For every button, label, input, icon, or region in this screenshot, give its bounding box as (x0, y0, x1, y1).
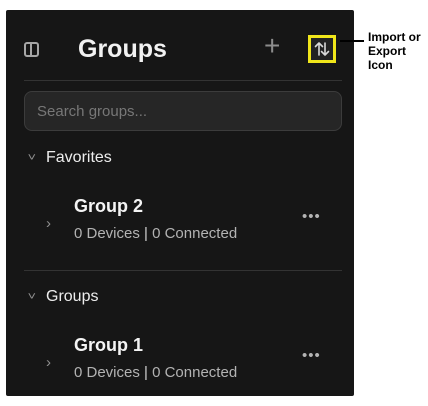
chevron-down-icon: ˅ (27, 291, 36, 303)
search-box[interactable] (24, 91, 342, 131)
import-export-icon (314, 42, 330, 56)
device-count: 0 Devices (74, 364, 140, 381)
search-input[interactable] (25, 92, 341, 130)
status-separator: | (139, 364, 153, 381)
page-title: Groups (78, 35, 167, 63)
header-divider (24, 80, 342, 81)
group-row-group-1[interactable]: › Group 1 0 Devices | 0 Connected ••• (6, 335, 354, 393)
group-status: 0 Devices | 0 Connected (74, 225, 237, 242)
group-name: Group 1 (74, 335, 144, 355)
status-separator: | (139, 225, 153, 242)
section-label: Favorites (46, 149, 112, 166)
group-name: Group 2 (74, 196, 144, 216)
chevron-right-icon[interactable]: › (46, 354, 51, 371)
add-group-button[interactable]: + (264, 32, 280, 60)
group-status: 0 Devices | 0 Connected (74, 364, 237, 381)
import-export-button[interactable] (308, 35, 336, 63)
section-divider (24, 270, 342, 271)
sidebar-toggle-icon[interactable] (24, 42, 39, 57)
callout-line (340, 40, 364, 42)
more-options-button[interactable]: ••• (302, 208, 321, 225)
connected-count: 0 Connected (152, 225, 238, 242)
callout-label: Import or Export Icon (368, 30, 421, 72)
device-count: 0 Devices (74, 225, 140, 242)
chevron-down-icon: ˅ (27, 152, 36, 164)
groups-panel: Groups + ˅ Favorites › Group 2 0 Devices… (6, 10, 354, 396)
section-header-favorites[interactable]: ˅ Favorites (27, 147, 112, 169)
connected-count: 0 Connected (152, 364, 238, 381)
section-header-groups[interactable]: ˅ Groups (27, 286, 99, 308)
more-options-button[interactable]: ••• (302, 347, 321, 364)
section-label: Groups (46, 288, 99, 305)
chevron-right-icon[interactable]: › (46, 215, 51, 232)
panel-header: Groups + (6, 30, 354, 72)
group-row-group-2[interactable]: › Group 2 0 Devices | 0 Connected ••• (6, 196, 354, 254)
